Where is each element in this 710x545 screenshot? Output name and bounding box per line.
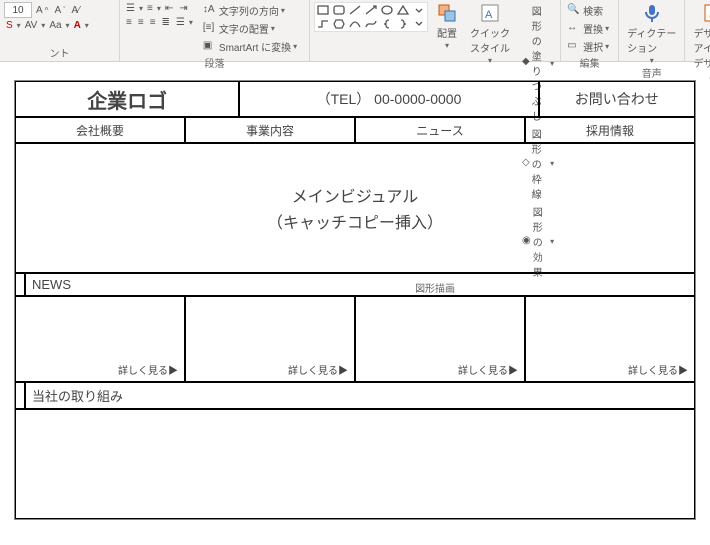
ribbon-group-font: 10 A^ Aˇ A⁄ S ▾ AV ▾ Aa ▾ A ▾ ント: [0, 0, 120, 61]
svg-text:A: A: [485, 9, 493, 21]
news-card-1: 詳しく見る▶: [15, 296, 185, 382]
document-area: 企業ロゴ （TEL） 00-0000-0000 お問い合わせ 会社概要 事業内容…: [0, 62, 710, 520]
visual-title: メインビジュアル: [292, 183, 418, 207]
more-link-3[interactable]: 詳しく見る▶: [458, 362, 518, 377]
news-heading: NEWS: [25, 273, 695, 296]
ribbon-group-designer: デザイン アイデア デザイナー: [685, 0, 710, 61]
arrange-icon: [436, 2, 458, 24]
char-spacing-icon[interactable]: Aa: [47, 19, 63, 32]
numbering-icon[interactable]: ≡: [145, 2, 155, 15]
more-link-1[interactable]: 詳しく見る▶: [118, 362, 178, 377]
shape-freeform-icon[interactable]: [364, 18, 378, 30]
shape-effects-button[interactable]: ◉図形の効果▾: [520, 203, 556, 280]
select-icon: ▭: [567, 40, 581, 54]
efforts-body: [15, 409, 695, 519]
quick-styles-button[interactable]: A クイック スタイル ▾: [466, 2, 514, 65]
shape-lbrace-icon[interactable]: [380, 18, 394, 30]
replace-icon: ↔: [567, 22, 581, 36]
design-ideas-icon: [702, 2, 710, 24]
shape-rect-icon[interactable]: [316, 4, 330, 16]
nav-item-recruit[interactable]: 採用情報: [525, 117, 695, 143]
ribbon-group-voice: ディクテー ション ▾ 音声: [619, 0, 685, 61]
justify-icon[interactable]: ≣: [160, 16, 172, 29]
news-card-2: 詳しく見る▶: [185, 296, 355, 382]
ribbon-group-drawing: 配置 ▾ A クイック スタイル ▾ ◆図形の塗りつぶし▾ ◇図形の枠線▾ ◉図…: [310, 0, 561, 61]
indent-right-icon[interactable]: ⇥: [177, 2, 189, 15]
voice-group-label: 音声: [623, 65, 680, 81]
news-cards: 詳しく見る▶ 詳しく見る▶ 詳しく見る▶ 詳しく見る▶: [15, 296, 695, 382]
shape-oval-icon[interactable]: [380, 4, 394, 16]
logo-cell: 企業ロゴ: [15, 81, 239, 117]
news-card-4: 詳しく見る▶: [525, 296, 695, 382]
tel-cell: （TEL） 00-0000-0000: [239, 81, 538, 117]
shape-expand-icon[interactable]: [412, 4, 426, 16]
efforts-heading-row: 当社の取り組み: [15, 382, 695, 409]
text-align-icon: [≡]: [203, 22, 217, 36]
shapes-gallery[interactable]: [314, 2, 428, 32]
shape-curve-icon[interactable]: [348, 18, 362, 30]
efforts-heading-mark: [15, 382, 25, 409]
shape-connector-icon[interactable]: [316, 18, 330, 30]
search-icon: 🔍: [567, 4, 581, 18]
find-button[interactable]: 🔍検索: [565, 2, 605, 19]
shape-more-icon[interactable]: [412, 18, 426, 30]
more-link-2[interactable]: 詳しく見る▶: [288, 362, 348, 377]
smartart-icon: ▣: [203, 40, 217, 54]
ribbon-group-editing: 🔍検索 ↔置換▾ ▭選択▾ 編集: [561, 0, 619, 61]
news-card-3: 詳しく見る▶: [355, 296, 525, 382]
shape-arrow-icon[interactable]: [364, 4, 378, 16]
font-color-swatch[interactable]: S: [4, 19, 15, 32]
text-effects-icon[interactable]: AV: [23, 19, 40, 32]
more-link-4[interactable]: 詳しく見る▶: [628, 362, 688, 377]
nav-item-news[interactable]: ニュース: [355, 117, 525, 143]
nav-item-business[interactable]: 事業内容: [185, 117, 355, 143]
ribbon-group-paragraph: ☰▾ ≡▾ ⇤ ⇥ ≡ ≡ ≡ ≣ ☰▾ ↕A文字列の方向▾ [≡]文字の配置▾…: [120, 0, 310, 61]
shape-rbrace-icon[interactable]: [396, 18, 410, 30]
paragraph-group-label: 段落: [124, 55, 305, 71]
columns-icon[interactable]: ☰: [174, 16, 187, 29]
font-size-input[interactable]: 10: [4, 2, 32, 18]
arrange-button[interactable]: 配置 ▾: [432, 2, 462, 50]
align-center-icon[interactable]: ≡: [136, 16, 146, 29]
news-heading-mark: [15, 273, 25, 296]
shape-hexagon-icon[interactable]: [332, 18, 346, 30]
ribbon: 10 A^ Aˇ A⁄ S ▾ AV ▾ Aa ▾ A ▾ ント ☰▾: [0, 0, 710, 62]
font-color-icon[interactable]: A: [72, 19, 83, 32]
shape-rounded-icon[interactable]: [332, 4, 346, 16]
text-direction-button[interactable]: ↕A文字列の方向▾: [201, 2, 299, 19]
shape-fill-icon: ◆: [522, 56, 530, 70]
contact-cell[interactable]: お問い合わせ: [539, 81, 695, 117]
shape-effects-icon: ◉: [522, 235, 531, 249]
efforts-heading: 当社の取り組み: [25, 382, 695, 409]
nav-item-about[interactable]: 会社概要: [15, 117, 185, 143]
select-button[interactable]: ▭選択▾: [565, 38, 611, 55]
nav-row: 会社概要 事業内容 ニュース 採用情報: [15, 117, 695, 143]
align-left-icon[interactable]: ≡: [124, 16, 134, 29]
indent-left-icon[interactable]: ⇤: [163, 2, 175, 15]
editing-group-label: 編集: [565, 55, 614, 71]
font-group-label: ント: [4, 45, 115, 61]
visual-subtitle: （キャッチコピー挿入）: [267, 209, 443, 233]
clear-format-icon[interactable]: A⁄: [69, 4, 81, 17]
decrease-font-icon[interactable]: Aˇ: [52, 4, 67, 17]
quick-styles-icon: A: [479, 2, 501, 24]
increase-font-icon[interactable]: A^: [34, 4, 50, 17]
dictate-button[interactable]: ディクテー ション ▾: [623, 2, 680, 65]
replace-button[interactable]: ↔置換▾: [565, 20, 611, 37]
header-row: 企業ロゴ （TEL） 00-0000-0000 お問い合わせ: [15, 81, 695, 117]
text-direction-icon: ↕A: [203, 4, 217, 18]
shape-line-icon[interactable]: [348, 4, 362, 16]
shape-outline-icon: ◇: [522, 157, 530, 171]
smartart-button[interactable]: ▣SmartArt に変換▾: [201, 38, 299, 55]
mic-icon: [641, 2, 663, 24]
shape-triangle-icon[interactable]: [396, 4, 410, 16]
design-ideas-button[interactable]: デザイン アイデア: [689, 2, 710, 55]
bullets-icon[interactable]: ☰: [124, 2, 137, 15]
news-heading-row: NEWS: [15, 273, 695, 296]
text-align-button[interactable]: [≡]文字の配置▾: [201, 20, 299, 37]
align-right-icon[interactable]: ≡: [148, 16, 158, 29]
